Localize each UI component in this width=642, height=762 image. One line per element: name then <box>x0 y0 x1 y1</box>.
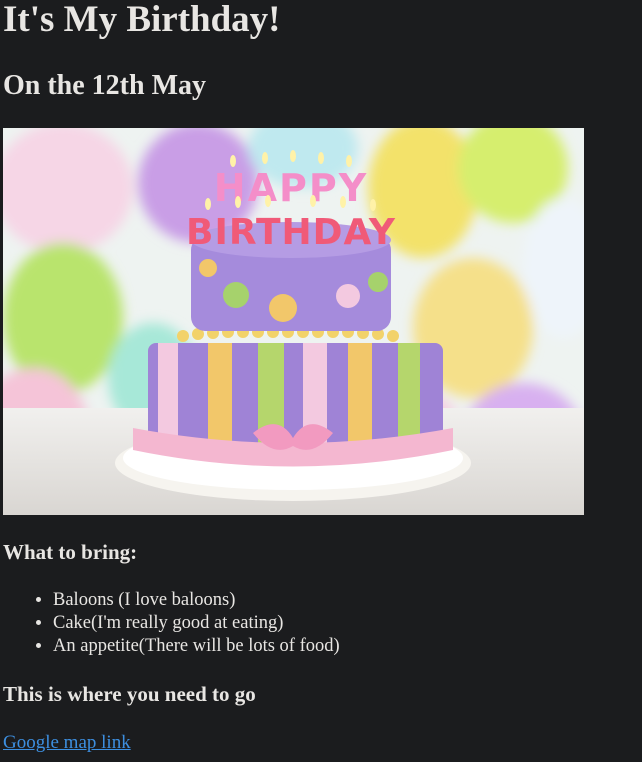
bring-list: Baloons (I love baloons) Cake(I'm really… <box>13 589 340 658</box>
google-map-link[interactable]: Google map link <box>3 731 131 755</box>
list-item: Cake(I'm really good at eating) <box>53 612 340 635</box>
bring-heading: What to bring: <box>3 540 138 564</box>
birthday-cake-image: HAPPY BIRTHDAY <box>3 128 584 515</box>
location-heading: This is where you need to go <box>3 682 256 706</box>
page: It's My Birthday! On the 12th May HAPPY … <box>0 0 642 762</box>
list-item: An appetite(There will be lots of food) <box>53 635 340 658</box>
page-subtitle: On the 12th May <box>3 70 206 101</box>
page-title: It's My Birthday! <box>3 0 281 40</box>
list-item: Baloons (I love baloons) <box>53 589 340 612</box>
svg-text:BIRTHDAY: BIRTHDAY <box>186 212 396 253</box>
